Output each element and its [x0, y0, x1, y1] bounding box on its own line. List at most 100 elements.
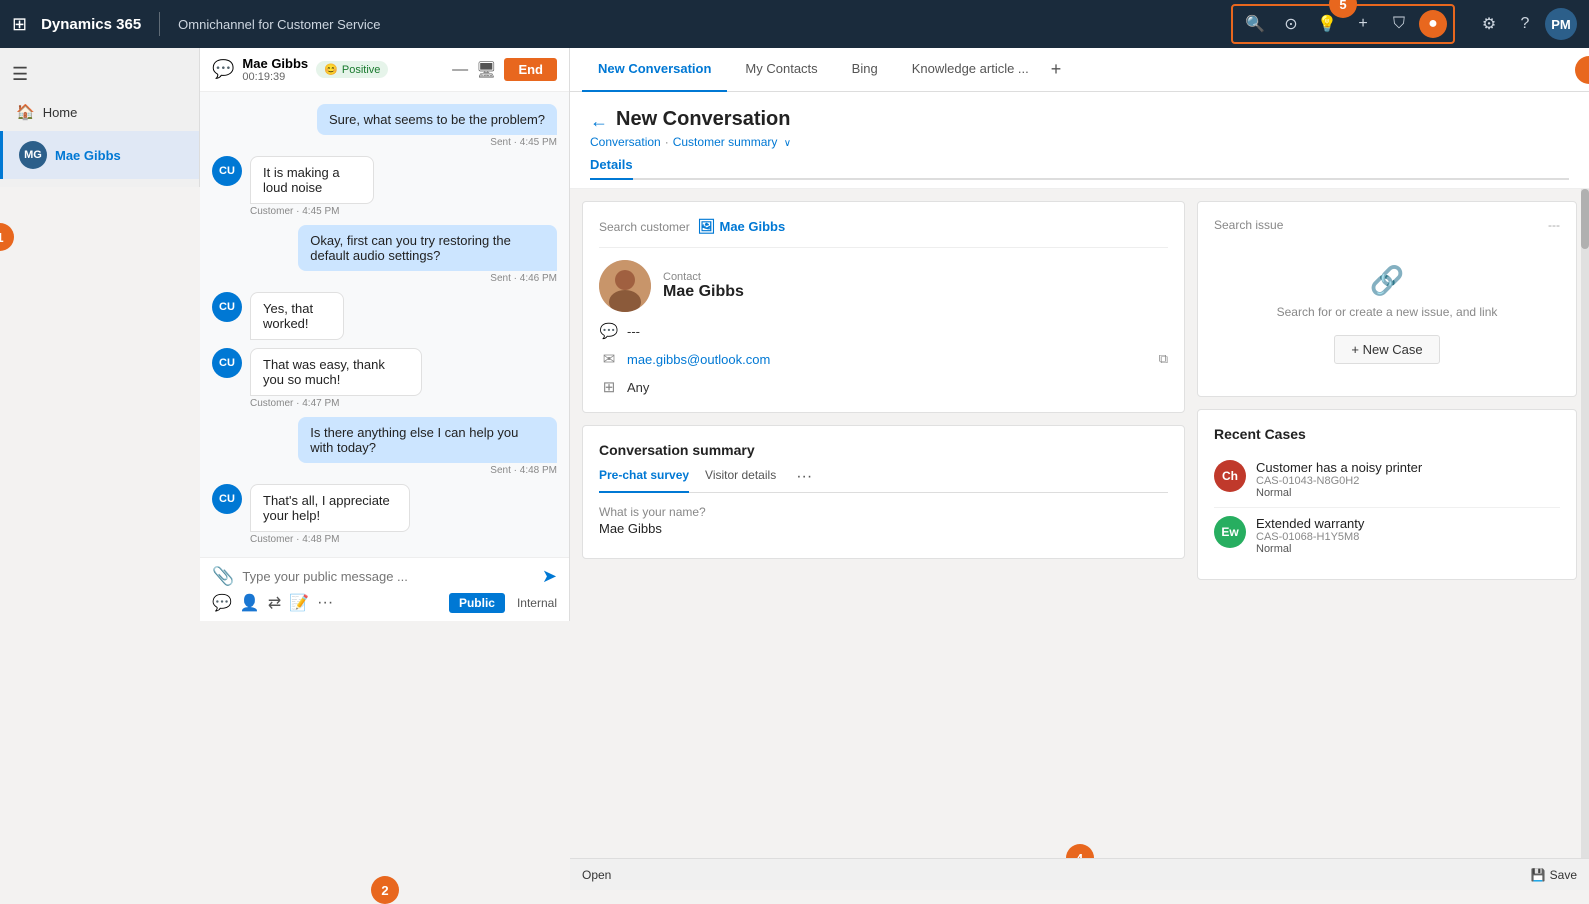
message-row: CU It is making a loud noise Customer · …: [212, 156, 557, 217]
sentiment-label: Positive: [342, 64, 381, 76]
chat-messages-area: Sure, what seems to be the problem? Sent…: [200, 92, 569, 557]
sidebar-contact-name: Mae Gibbs: [55, 148, 121, 163]
attach-icon[interactable]: 📎: [212, 566, 234, 587]
customer-avatar: CU: [212, 484, 242, 514]
task-icon[interactable]: ⊙: [1275, 8, 1307, 40]
summary-question-label: What is your name?: [599, 505, 1168, 519]
link-icon: 🔗: [1370, 264, 1405, 297]
case-item[interactable]: Ew Extended warranty CAS-01068-H1Y5M8 No…: [1214, 508, 1560, 563]
quick-reply-icon[interactable]: 💬: [212, 593, 232, 613]
summary-field-question: What is your name? Mae Gibbs: [599, 505, 1168, 536]
chat-sentiment: 😊 Positive: [316, 61, 388, 78]
agent-message: Sure, what seems to be the problem?: [317, 104, 557, 135]
send-icon[interactable]: ➤: [542, 566, 557, 587]
contact-dash-icon: 💬: [599, 322, 619, 340]
search-customer-icon: 🖼: [698, 218, 716, 235]
back-button[interactable]: ←: [590, 111, 608, 132]
tab-my-contacts[interactable]: My Contacts: [729, 48, 833, 92]
badge-2: 2: [371, 876, 399, 904]
chat-message-input[interactable]: [242, 569, 533, 584]
notes-icon[interactable]: 📝: [289, 593, 309, 613]
search-nav-icon[interactable]: 🔍: [1239, 8, 1271, 40]
grid-icon[interactable]: ⊞: [12, 14, 27, 35]
save-label: Save: [1550, 868, 1577, 882]
app-name: Omnichannel for Customer Service: [178, 17, 380, 32]
chat-contact-name: Mae Gibbs: [242, 56, 308, 71]
customer-message: That was easy, thank you so much!: [250, 348, 422, 396]
case-avatar-ch: Ch: [1214, 460, 1246, 492]
public-tab[interactable]: Public: [449, 593, 505, 613]
customer-avatar: CU: [212, 292, 242, 322]
copy-icon[interactable]: ⧉: [1159, 351, 1168, 367]
open-label[interactable]: Open: [582, 868, 611, 882]
sidebar-item-home[interactable]: 🏠 Home: [0, 93, 199, 131]
bottom-bar: Open 💾 Save: [570, 858, 1589, 890]
message-row: Is there anything else I can help you wi…: [212, 417, 557, 476]
contact-header: Contact Mae Gibbs: [599, 260, 1168, 312]
contact-avatar-svg: [599, 260, 651, 312]
chat-channel-icon: 💬: [212, 59, 234, 80]
more-toolbar-icon[interactable]: ···: [317, 594, 333, 612]
customer-avatar: CU: [212, 156, 242, 186]
message-time: Sent · 4:45 PM: [212, 137, 557, 148]
save-button[interactable]: 💾 Save: [1531, 868, 1577, 882]
end-chat-button[interactable]: End: [504, 58, 557, 81]
save-icon: 💾: [1531, 868, 1546, 882]
internal-tab[interactable]: Internal: [517, 596, 557, 610]
chat-header: 💬 Mae Gibbs 00:19:39 😊 Positive — 🖥 End: [200, 48, 569, 92]
right-panel: New Conversation My Contacts Bing Knowle…: [570, 48, 1589, 890]
tab-bing[interactable]: Bing: [836, 48, 894, 92]
tab-knowledge-article[interactable]: Knowledge article ...: [896, 48, 1045, 92]
pre-chat-survey-tab[interactable]: Pre-chat survey: [599, 468, 689, 493]
chat-timer: 00:19:39: [242, 71, 308, 83]
scrollbar-thumb[interactable]: [1581, 189, 1589, 249]
chat-toolbar: 💬 👤 ⇄ 📝 ··· Public Internal: [212, 587, 557, 613]
main-layout: 1 ☰ 🏠 Home MG Mae Gibbs 2 💬 Mae Gibbs: [0, 48, 1589, 890]
search-customer-row: Search customer 🖼 Mae Gibbs: [599, 218, 1168, 248]
issue-empty-text: Search for or create a new issue, and li…: [1277, 305, 1498, 319]
contact-name-display: Mae Gibbs: [663, 283, 744, 301]
issue-card: Search issue --- 🔗 Search for or create …: [1197, 201, 1577, 397]
case-2-id: CAS-01068-H1Y5M8: [1256, 531, 1364, 543]
nav-divider: [159, 12, 160, 36]
agent-icon[interactable]: 👤: [240, 593, 260, 613]
user-avatar[interactable]: PM: [1545, 8, 1577, 40]
details-tab[interactable]: Details: [590, 157, 633, 180]
chat-contact-info: Mae Gibbs 00:19:39: [242, 56, 308, 83]
home-icon: 🏠: [16, 103, 35, 121]
case-1-id: CAS-01043-N8G0H2: [1256, 475, 1422, 487]
status-icon[interactable]: ●: [1419, 10, 1447, 38]
case-item[interactable]: Ch Customer has a noisy printer CAS-0104…: [1214, 452, 1560, 508]
search-customer-link[interactable]: 🖼 Mae Gibbs: [698, 218, 786, 235]
agent-message: Is there anything else I can help you wi…: [298, 417, 557, 463]
tab-new-conversation[interactable]: New Conversation: [582, 48, 727, 92]
contact-field-dash: 💬 ---: [599, 322, 1168, 340]
email-icon: ✉: [599, 350, 619, 368]
contact-email-value[interactable]: mae.gibbs@outlook.com: [627, 352, 770, 367]
scrollbar[interactable]: [1581, 189, 1589, 858]
recent-cases-title: Recent Cases: [1214, 426, 1560, 442]
case-2-title: Extended warranty: [1256, 516, 1364, 531]
right-body: Search customer 🖼 Mae Gibbs: [570, 189, 1589, 858]
transfer-icon[interactable]: ⇄: [268, 593, 281, 613]
sidebar-hamburger[interactable]: ☰: [0, 56, 199, 93]
summary-more-tabs[interactable]: ···: [796, 468, 812, 492]
filter-icon[interactable]: ⛉: [1383, 8, 1415, 40]
contact-channel-value: Any: [627, 380, 649, 395]
message-time: Sent · 4:46 PM: [212, 273, 557, 284]
badge-1: 1: [0, 223, 14, 251]
add-tab-icon[interactable]: +: [1051, 59, 1062, 80]
message-row: CU That's all, I appreciate your help! C…: [212, 484, 557, 545]
breadcrumb-customer-summary[interactable]: Customer summary ∨: [673, 135, 791, 149]
contact-card: Search customer 🖼 Mae Gibbs: [582, 201, 1185, 413]
sidebar-item-mae-gibbs[interactable]: MG Mae Gibbs: [0, 131, 199, 179]
chat-minimize-icon[interactable]: —: [452, 61, 468, 79]
message-row: CU Yes, that worked!: [212, 292, 557, 340]
new-case-button[interactable]: + New Case: [1334, 335, 1439, 364]
visitor-details-tab[interactable]: Visitor details: [705, 468, 776, 493]
help-icon[interactable]: ?: [1509, 8, 1541, 40]
settings-icon[interactable]: ⚙: [1473, 8, 1505, 40]
message-time: Customer · 4:47 PM: [250, 398, 479, 409]
breadcrumb-conversation[interactable]: Conversation: [590, 135, 661, 149]
monitor-icon[interactable]: 🖥: [476, 60, 496, 80]
